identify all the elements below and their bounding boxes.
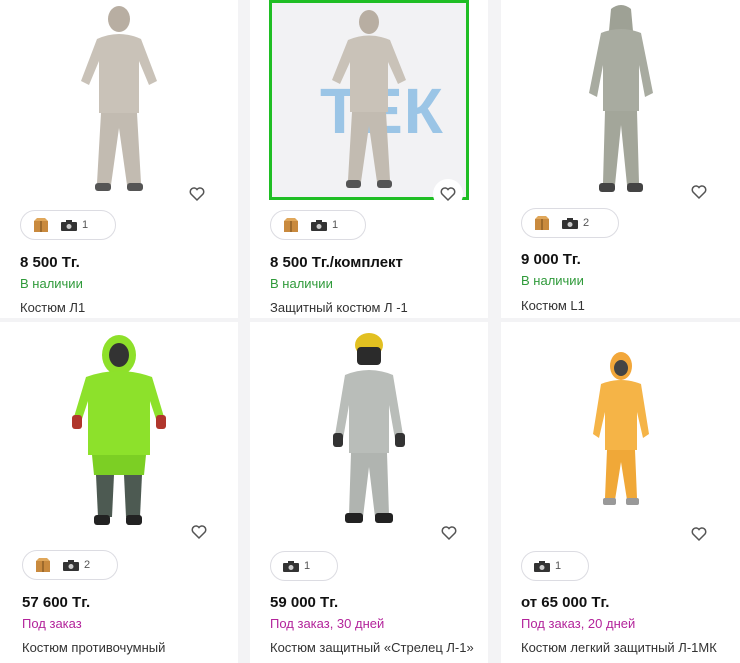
heart-icon xyxy=(691,527,707,542)
product-title[interactable]: Защитный костюм Л -1 xyxy=(270,300,408,315)
stock-status: В наличии xyxy=(20,276,83,291)
heart-icon xyxy=(189,187,205,202)
heart-icon xyxy=(440,187,456,202)
camera-icon xyxy=(311,219,327,231)
product-price: 8 500 Тг. xyxy=(20,254,80,271)
stock-status: В наличии xyxy=(270,276,333,291)
product-image[interactable] xyxy=(513,0,728,200)
product-image[interactable] xyxy=(12,322,226,532)
favorite-button[interactable] xyxy=(182,179,212,209)
product-image[interactable] xyxy=(513,322,728,532)
media-badge[interactable]: 2 xyxy=(22,550,118,580)
heart-icon xyxy=(441,526,457,541)
media-badge[interactable]: 2 xyxy=(521,208,619,238)
product-price: 8 500 Тг./комплект xyxy=(270,254,403,271)
media-badge[interactable]: 1 xyxy=(20,210,116,240)
product-price: от 65 000 Тг. xyxy=(521,594,610,611)
product-price: 57 600 Тг. xyxy=(22,594,91,611)
camera-icon xyxy=(63,559,79,571)
media-badge[interactable]: 1 xyxy=(521,551,589,581)
stock-status: Под заказ, 20 дней xyxy=(521,616,636,631)
favorite-button[interactable] xyxy=(184,517,214,547)
photo-count: 1 xyxy=(82,219,89,231)
product-title[interactable]: Костюм противочумный xyxy=(22,640,165,655)
product-title[interactable]: Костюм Л1 xyxy=(20,300,85,315)
favorite-button[interactable] xyxy=(684,177,714,207)
camera-icon xyxy=(534,560,550,572)
product-image[interactable] xyxy=(262,322,476,532)
camera-icon xyxy=(562,217,578,229)
media-badge[interactable]: 1 xyxy=(270,551,338,581)
camera-icon xyxy=(283,560,299,572)
heart-icon xyxy=(191,525,207,540)
box-icon xyxy=(35,557,51,573)
product-card[interactable]: 1 59 000 Тг. Под заказ, 30 дней Костюм з… xyxy=(250,322,488,663)
photo-count: 2 xyxy=(583,217,590,229)
camera-icon xyxy=(61,219,77,231)
product-title[interactable]: Костюм легкий защитный Л-1МК xyxy=(521,640,717,655)
product-card[interactable]: 2 9 000 Тг. В наличии Костюм L1 xyxy=(501,0,740,318)
product-price: 9 000 Тг. xyxy=(521,251,581,268)
media-badge[interactable]: 1 xyxy=(270,210,366,240)
photo-count: 1 xyxy=(332,219,339,231)
photo-count: 1 xyxy=(304,560,311,572)
product-title[interactable]: Костюм защитный «Стрелец Л-1» xyxy=(270,640,474,655)
heart-icon xyxy=(691,185,707,200)
product-card[interactable]: 1 от 65 000 Тг. Под заказ, 20 дней Костю… xyxy=(501,322,740,663)
box-icon xyxy=(534,215,550,231)
product-price: 59 000 Тг. xyxy=(270,594,339,611)
stock-status: Под заказ xyxy=(22,616,82,631)
stock-status: В наличии xyxy=(521,273,584,288)
product-card[interactable]: ТЕК 1 8 500 Тг./комплект В наличии Защит… xyxy=(250,0,488,318)
photo-count: 2 xyxy=(84,559,91,571)
product-card[interactable]: 1 8 500 Тг. В наличии Костюм Л1 xyxy=(0,0,238,318)
product-image[interactable] xyxy=(12,0,226,200)
box-icon xyxy=(33,217,49,233)
photo-count: 1 xyxy=(555,560,562,572)
stock-status: Под заказ, 30 дней xyxy=(270,616,385,631)
favorite-button[interactable] xyxy=(433,179,463,209)
selected-image-frame xyxy=(269,0,469,200)
product-card[interactable]: 2 57 600 Тг. Под заказ Костюм противочум… xyxy=(0,322,238,663)
favorite-button[interactable] xyxy=(434,518,464,548)
box-icon xyxy=(283,217,299,233)
favorite-button[interactable] xyxy=(684,519,714,549)
product-title[interactable]: Костюм L1 xyxy=(521,298,585,313)
